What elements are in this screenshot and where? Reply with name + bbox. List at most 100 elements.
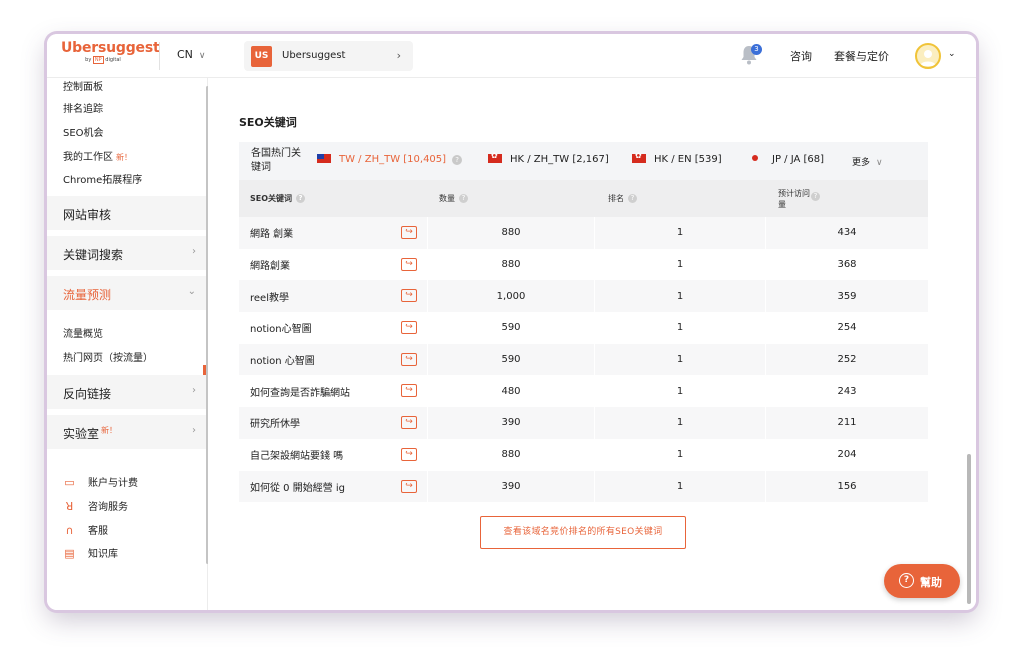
chevron-right-icon: › [396,49,401,62]
open-keyword-icon[interactable]: ↪ [401,384,417,398]
keyword-cell[interactable]: notion心智圖 [250,312,400,344]
filter-hk-zh-tw[interactable]: HK / ZH_TW [2,167] [488,151,609,165]
column-header-volume[interactable]: 数量? [439,180,468,217]
pricing-link[interactable]: 套餐与定价 [834,48,889,64]
main-scrollbar[interactable] [967,454,971,604]
logo-text: Ubersuggest [61,40,160,56]
open-keyword-icon[interactable]: ↪ [401,416,417,430]
keyword-cell[interactable]: notion 心智圖 [250,344,400,376]
country-filter-bar: 各国热门关键词 TW / ZH_TW [10,405]? HK / ZH_TW … [239,142,928,180]
help-button[interactable]: ? 幫助 [884,564,960,598]
open-keyword-icon[interactable]: ↪ [401,257,417,271]
column-separator [427,470,428,503]
sidebar-section-site-audit[interactable]: 网站审核 [47,196,206,230]
keyword-cell[interactable]: 如何從 0 開始經營 ig [250,471,400,503]
volume-cell: 1,000 [496,290,526,302]
help-icon[interactable]: ? [459,194,468,203]
hk-flag-icon [488,151,502,163]
open-keyword-icon[interactable]: ↪ [401,479,417,493]
logo-subtitle: by NP digital [85,56,121,64]
visits-cell: 254 [837,322,857,334]
notification-bell[interactable]: 3 [740,44,762,68]
sidebar-item-top-pages[interactable]: 热门网页（按流量） [63,349,153,364]
sidebar-item-chrome-extension[interactable]: Chrome拓展程序 [63,171,142,186]
rank-cell: 1 [676,322,684,334]
filter-hk-en[interactable]: HK / EN [539] [632,151,722,165]
users-icon: ꓤ [65,500,74,513]
column-separator [765,407,766,439]
chevron-down-icon: ⌄ [187,286,196,297]
rank-cell: 1 [676,385,684,397]
user-icon [920,50,936,66]
column-header-keyword[interactable]: SEO关键词? [250,180,306,217]
rank-cell: 1 [676,480,684,492]
tw-flag-icon [317,154,331,163]
sidebar-item-seo-opportunities[interactable]: SEO机会 [63,124,104,139]
document-icon: ▤ [64,547,75,560]
sidebar-item-support[interactable]: ∩ 客服 [63,522,108,537]
avatar[interactable] [915,43,941,69]
sidebar-item-knowledge-base[interactable]: ▤ 知识库 [63,545,118,560]
table-row: 自己架設網站要錢 嗎 880 1 204 ↪ [239,438,928,471]
sidebar-item-billing[interactable]: ▭ 账户与计费 [63,474,138,489]
table-row: 網路創業 880 1 368 ↪ [239,248,928,281]
sidebar-section-traffic-estimate[interactable]: 流量预测 ⌄ [47,276,206,310]
keyword-cell[interactable]: 如何查詢是否詐騙網站 [250,375,400,407]
volume-cell: 390 [501,480,521,492]
help-icon[interactable]: ? [628,194,637,203]
volume-cell: 480 [501,385,521,397]
sidebar-section-backlinks[interactable]: 反向链接 › [47,375,206,409]
column-separator [594,312,595,344]
view-all-keywords-button[interactable]: 查看该域名竞价排名的所有SEO关键词 [480,516,686,549]
visits-cell: 434 [837,227,857,239]
sidebar-section-labs[interactable]: 实验室 新！ › [47,415,206,449]
table-row: 如何從 0 開始經營 ig 390 1 156 ↪ [239,470,928,503]
filter-tw-zh-tw[interactable]: TW / ZH_TW [10,405]? [317,154,463,165]
table-header: SEO关键词? 数量? 排名? 预计访问量 ? [239,180,928,217]
sidebar-item-consulting[interactable]: ꓤ 咨询服务 [63,498,128,513]
logo[interactable]: Ubersuggest by NP digital [61,40,160,64]
keyword-cell[interactable]: 網路創業 [250,249,400,281]
chevron-down-icon: ∨ [198,51,206,61]
sidebar-item-dashboard[interactable]: 控制面板 [63,78,103,93]
project-selector[interactable]: US Ubersuggest › [244,41,413,71]
open-keyword-icon[interactable]: ↪ [401,321,417,335]
jp-flag-icon [752,155,758,161]
keyword-cell[interactable]: 自己架設網站要錢 嗎 [250,439,400,471]
help-icon[interactable]: ? [452,155,463,165]
more-dropdown[interactable]: 更多 ∨ [852,155,883,168]
chevron-down-icon[interactable]: ⌄ [948,49,956,59]
open-keyword-icon[interactable]: ↪ [401,447,417,461]
column-header-rank[interactable]: 排名? [608,180,637,217]
volume-cell: 880 [501,259,521,271]
consult-link[interactable]: 咨询 [790,48,812,64]
volume-cell: 390 [501,417,521,429]
rank-cell: 1 [676,417,684,429]
keyword-cell[interactable]: 研究所休學 [250,407,400,439]
rank-cell: 1 [676,290,684,302]
rank-cell: 1 [676,227,684,239]
column-separator [594,375,595,408]
hk-flag-icon [632,151,646,163]
table-row: 研究所休學 390 1 211 ↪ [239,407,928,439]
keyword-cell[interactable]: 網路 創業 [250,217,400,249]
open-keyword-icon[interactable]: ↪ [401,289,417,303]
filter-jp-ja[interactable]: JP / JA [68] [752,154,824,165]
language-selector[interactable]: CN ∨ [177,48,206,61]
sidebar-section-keyword-research[interactable]: 关键词搜索 › [47,236,206,270]
visits-cell: 204 [837,449,857,461]
open-keyword-icon[interactable]: ↪ [401,352,417,366]
help-icon[interactable]: ? [296,194,306,203]
sidebar-item-traffic-overview[interactable]: 流量概览 [63,325,103,340]
volume-cell: 880 [501,449,521,461]
table-row: notion心智圖 590 1 254 ↪ [239,312,928,344]
column-separator [765,280,766,313]
sidebar-item-rank-tracking[interactable]: 排名追踪 [63,100,103,115]
open-keyword-icon[interactable]: ↪ [401,226,417,239]
visits-cell: 156 [837,480,857,492]
rank-cell: 1 [676,259,684,271]
sidebar-item-workspace[interactable]: 我的工作区 新！ [63,148,132,163]
help-icon[interactable]: ? [811,191,820,201]
table-body: 網路 創業 880 1 434 ↪ 網路創業 880 1 368 ↪ reel教學 1,000 1 359… [239,217,928,503]
keyword-cell[interactable]: reel教學 [250,280,400,312]
